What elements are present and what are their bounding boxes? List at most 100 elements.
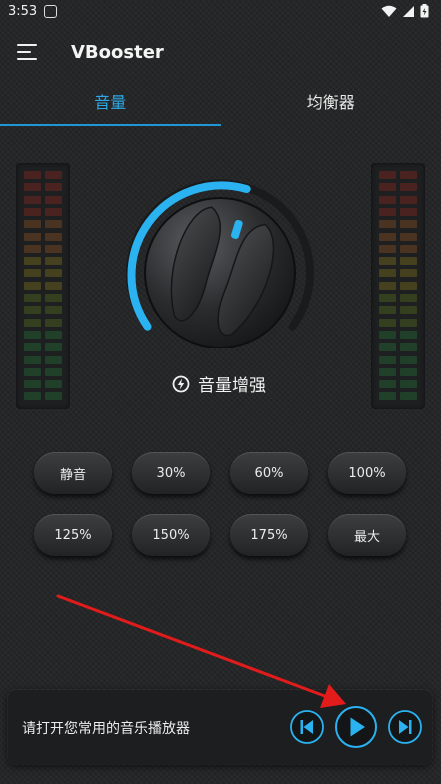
meter-segment [400, 244, 417, 253]
meter-segment [379, 183, 396, 192]
meter-segment [400, 294, 417, 302]
volume-knob[interactable] [120, 178, 320, 348]
status-icons [381, 4, 429, 18]
signal-icon [403, 5, 414, 17]
meter-segment [379, 367, 396, 376]
app-bar: VBooster [0, 26, 441, 82]
meter-segment [45, 330, 62, 339]
meter-segment [24, 281, 41, 290]
preset-60-button[interactable]: 60% [230, 452, 308, 494]
meter-segment [24, 306, 41, 315]
status-bar: 3:53 [0, 0, 441, 26]
meter-segment [45, 355, 62, 364]
meter-segment [24, 392, 41, 401]
tab-equalizer[interactable]: 均衡器 [221, 82, 441, 128]
next-track-button[interactable] [387, 709, 423, 745]
meter-segment [24, 380, 41, 389]
meter-segment [45, 244, 62, 253]
meter-segment [400, 306, 417, 315]
meter-segment [45, 207, 62, 216]
meter-segment [24, 257, 41, 266]
tab-volume[interactable]: 音量 [0, 82, 221, 128]
meter-segment [45, 183, 62, 192]
meter-segment [24, 355, 41, 364]
meter-segment [400, 367, 417, 376]
meter-segment [400, 183, 417, 192]
meter-segment [400, 392, 417, 401]
music-player-bar: 请打开您常用的音乐播放器 [8, 690, 432, 764]
meter-segment [379, 232, 396, 241]
meter-segment [379, 343, 396, 352]
meter-segment [379, 330, 396, 339]
level-meter-left [16, 163, 70, 409]
meter-segment [45, 392, 62, 401]
status-time: 3:53 [8, 4, 38, 19]
meter-segment [400, 232, 417, 241]
preset-max-button[interactable]: 最大 [328, 514, 406, 556]
meter-segment [45, 195, 62, 204]
meter-segment [24, 343, 41, 352]
meter-segment [400, 355, 417, 364]
meter-segment [24, 244, 41, 253]
meter-segment [379, 355, 396, 364]
meter-segment [400, 269, 417, 278]
meter-segment [24, 220, 41, 229]
meter-segment [379, 220, 396, 229]
meter-segment [400, 318, 417, 327]
meter-segment [400, 257, 417, 266]
meter-segment [379, 281, 396, 290]
meter-segment [45, 294, 62, 302]
meter-segment [24, 207, 41, 216]
meter-segment [400, 171, 417, 179]
meter-segment [45, 171, 62, 179]
meter-segment [379, 207, 396, 216]
meter-segment [379, 318, 396, 327]
active-tab-indicator [0, 124, 221, 126]
meter-segment [45, 306, 62, 315]
meter-segment [24, 269, 41, 278]
meter-segment [45, 380, 62, 389]
meter-segment [45, 281, 62, 290]
wifi-icon [381, 5, 397, 17]
previous-track-button[interactable] [289, 709, 325, 745]
meter-segment [379, 269, 396, 278]
meter-segment [400, 343, 417, 352]
boost-text: 音量增强 [198, 376, 266, 396]
notification-app-icon [44, 5, 57, 18]
meter-segment [24, 294, 41, 302]
hamburger-menu-icon[interactable] [17, 44, 37, 60]
meter-segment [379, 257, 396, 266]
meter-segment [24, 367, 41, 376]
app-title: VBooster [71, 42, 164, 63]
meter-segment [24, 232, 41, 241]
meter-segment [400, 281, 417, 290]
meter-segment [24, 318, 41, 327]
meter-segment [400, 330, 417, 339]
meter-segment [45, 367, 62, 376]
meter-segment [24, 195, 41, 204]
meter-segment [45, 318, 62, 327]
preset-100-button[interactable]: 100% [328, 452, 406, 494]
preset-150-button[interactable]: 150% [132, 514, 210, 556]
meter-segment [400, 380, 417, 389]
meter-segment [45, 232, 62, 241]
tab-bar: 音量 均衡器 [0, 82, 441, 128]
meter-segment [379, 244, 396, 253]
player-prompt: 请打开您常用的音乐播放器 [22, 721, 190, 737]
preset-175-button[interactable]: 175% [230, 514, 308, 556]
meter-segment [45, 220, 62, 229]
meter-segment [379, 380, 396, 389]
level-meter-right [371, 163, 425, 409]
meter-segment [379, 392, 396, 401]
play-button[interactable] [334, 705, 378, 749]
preset-30-button[interactable]: 30% [132, 452, 210, 494]
meter-segment [400, 220, 417, 229]
meter-segment [24, 171, 41, 179]
preset-mute-button[interactable]: 静音 [34, 452, 112, 494]
meter-segment [379, 171, 396, 179]
meter-segment [379, 306, 396, 315]
meter-segment [45, 343, 62, 352]
preset-125-button[interactable]: 125% [34, 514, 112, 556]
meter-segment [45, 257, 62, 266]
meter-segment [400, 207, 417, 216]
